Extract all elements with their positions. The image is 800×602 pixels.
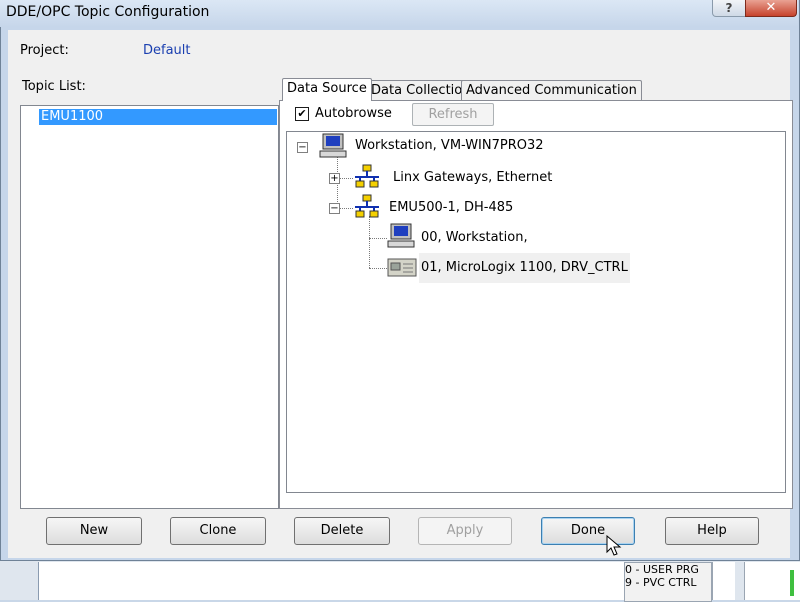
clone-button[interactable]: Clone xyxy=(170,517,266,545)
tab-data-source[interactable]: Data Source xyxy=(282,78,372,101)
tab-advanced-communication[interactable]: Advanced Communication xyxy=(461,80,642,101)
new-button[interactable]: New xyxy=(46,517,142,545)
background-status-bar xyxy=(790,570,794,596)
background-file-list: 0 - USER PRG 9 - PVC CTRL xyxy=(624,562,712,602)
project-label: Project: xyxy=(20,43,69,58)
autobrowse-checkbox[interactable]: ✔ xyxy=(295,107,309,121)
window-title: DDE/OPC Topic Configuration xyxy=(6,4,210,20)
tree-node-label[interactable]: Linx Gateways, Ethernet xyxy=(393,170,552,185)
tree-node-label[interactable]: 01, MicroLogix 1100, DRV_CTRL xyxy=(419,253,630,283)
tree-node-label[interactable]: 00, Workstation, xyxy=(421,230,528,245)
tree-node-label[interactable]: Workstation, VM-WIN7PRO32 xyxy=(355,138,544,153)
delete-button[interactable]: Delete xyxy=(294,517,390,545)
help-button[interactable]: Help xyxy=(665,517,759,545)
mouse-cursor-icon xyxy=(606,534,622,561)
background-panel xyxy=(712,562,735,600)
title-help-button[interactable]: ? xyxy=(712,0,746,17)
project-value: Default xyxy=(143,43,191,58)
expand-toggle[interactable]: + xyxy=(329,173,340,184)
refresh-button[interactable]: Refresh xyxy=(412,103,494,126)
topic-list[interactable]: EMU1100 xyxy=(20,105,279,509)
workstation-icon xyxy=(319,133,349,163)
tree-node-label[interactable]: EMU500-1, DH-485 xyxy=(389,200,513,215)
background-file-item: 9 - PVC CTRL xyxy=(625,576,697,589)
tab-data-collection[interactable]: Data Collection xyxy=(366,80,476,101)
workstation-icon xyxy=(387,223,417,253)
network-icon xyxy=(353,194,381,224)
collapse-toggle[interactable]: − xyxy=(297,142,308,153)
apply-button[interactable]: Apply xyxy=(418,517,512,545)
autobrowse-label[interactable]: Autobrowse xyxy=(315,106,392,121)
tree-connector xyxy=(369,268,387,269)
topic-list-item[interactable]: EMU1100 xyxy=(39,109,277,125)
close-button[interactable]: ✕ xyxy=(745,0,797,17)
network-icon xyxy=(353,164,381,194)
background-file-item: 0 - USER PRG xyxy=(625,563,699,576)
background-panel xyxy=(38,562,629,600)
plc-icon xyxy=(387,257,417,283)
collapse-toggle[interactable]: − xyxy=(329,203,340,214)
tree-connector xyxy=(369,238,387,239)
topic-list-label: Topic List: xyxy=(22,79,86,94)
rslinx-tree-view[interactable]: − Workstation, VM-WIN7PRO32 + Linx Gatew… xyxy=(286,131,786,493)
